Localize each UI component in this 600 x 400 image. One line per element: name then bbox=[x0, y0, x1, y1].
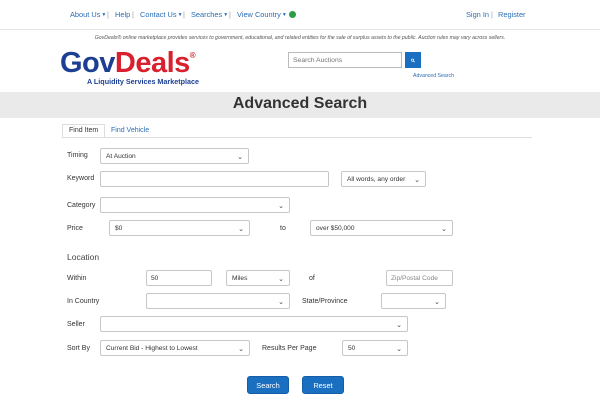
sort-by-select[interactable]: Current Bid - Highest to Lowest ⌄ bbox=[100, 340, 250, 356]
chevron-down-icon: ⌄ bbox=[237, 154, 243, 161]
keyword-mode-select[interactable]: All words, any order ⌄ bbox=[341, 171, 426, 187]
nav-separator: | bbox=[132, 10, 134, 19]
sort-by-value: Current Bid - Highest to Lowest bbox=[106, 345, 198, 352]
category-label: Category bbox=[67, 202, 96, 209]
nav-searches[interactable]: Searches▼ bbox=[191, 10, 228, 19]
results-per-page-value: 50 bbox=[348, 345, 356, 352]
category-select[interactable]: ⌄ bbox=[100, 197, 290, 213]
chevron-down-icon: ▼ bbox=[281, 12, 287, 18]
country-select[interactable]: ⌄ bbox=[146, 293, 290, 309]
globe-icon bbox=[288, 11, 296, 18]
within-label: Within bbox=[67, 275, 87, 282]
nav-separator: | bbox=[491, 10, 493, 19]
chevron-down-icon: ⌄ bbox=[238, 226, 244, 233]
timing-label: Timing bbox=[67, 152, 88, 159]
price-min-select[interactable]: $0 ⌄ bbox=[109, 220, 250, 236]
tab-find-item[interactable]: Find Item bbox=[62, 124, 106, 138]
logo-deals: Deals bbox=[114, 47, 190, 79]
chevron-down-icon: ▼ bbox=[177, 12, 183, 18]
chevron-down-icon: ▼ bbox=[223, 12, 229, 18]
seller-select[interactable]: ⌄ bbox=[100, 316, 408, 332]
search-input[interactable] bbox=[288, 52, 402, 68]
chevron-down-icon: ⌄ bbox=[434, 299, 440, 306]
timing-select[interactable]: At Auction ⌄ bbox=[100, 148, 249, 164]
location-header: Location bbox=[67, 252, 100, 262]
nav-contact-us-label: Contact Us bbox=[140, 10, 177, 19]
search-submit-button[interactable]: Search bbox=[247, 376, 289, 394]
chevron-down-icon: ⌄ bbox=[278, 276, 284, 283]
country-label: In Country bbox=[67, 298, 100, 305]
price-label: Price bbox=[67, 225, 83, 232]
nav-separator: | bbox=[183, 10, 185, 19]
chevron-down-icon: ▼ bbox=[101, 12, 107, 18]
chevron-down-icon: ⌄ bbox=[278, 203, 284, 210]
reset-button[interactable]: Reset bbox=[302, 376, 344, 394]
top-nav: About Us▼ | Help | Contact Us▼ | Searche… bbox=[0, 0, 600, 30]
nav-register[interactable]: Register bbox=[498, 10, 526, 19]
seller-label: Seller bbox=[67, 321, 85, 328]
chevron-down-icon: ⌄ bbox=[414, 177, 420, 184]
of-label: of bbox=[309, 275, 315, 282]
zip-code-input[interactable]: Zip/Postal Code bbox=[386, 270, 453, 286]
page-title: Advanced Search bbox=[232, 95, 368, 112]
chevron-down-icon: ⌄ bbox=[278, 299, 284, 306]
nav-separator: | bbox=[229, 10, 231, 19]
advanced-search-link[interactable]: Advanced Search bbox=[413, 73, 454, 79]
distance-unit-select[interactable]: Miles ⌄ bbox=[226, 270, 290, 286]
nav-separator: | bbox=[107, 10, 109, 19]
results-per-page-select[interactable]: 50 ⌄ bbox=[342, 340, 408, 356]
results-per-page-label: Results Per Page bbox=[262, 345, 317, 352]
sort-by-label: Sort By bbox=[67, 345, 90, 352]
logo-subtitle: A Liquidity Services Marketplace bbox=[87, 77, 199, 86]
logo-registered-mark: ® bbox=[189, 51, 196, 60]
chevron-down-icon: ⌄ bbox=[238, 346, 244, 353]
keyword-mode-value: All words, any order bbox=[347, 176, 406, 183]
nav-about-us-label: About Us bbox=[70, 10, 101, 19]
keyword-label: Keyword bbox=[67, 175, 95, 182]
price-max-select[interactable]: over $50,000 ⌄ bbox=[310, 220, 453, 236]
chevron-down-icon: ⌄ bbox=[396, 346, 402, 353]
state-label: State/Province bbox=[302, 298, 348, 305]
timing-select-value: At Auction bbox=[106, 153, 136, 160]
nav-view-country-label: View Country bbox=[237, 10, 281, 19]
nav-searches-label: Searches bbox=[191, 10, 223, 19]
nav-about-us[interactable]: About Us▼ bbox=[70, 10, 106, 19]
nav-view-country[interactable]: View Country▼ bbox=[237, 10, 296, 19]
price-min-value: $0 bbox=[115, 225, 123, 232]
tab-divider bbox=[62, 137, 532, 138]
price-to-label: to bbox=[280, 225, 286, 232]
search-button[interactable] bbox=[405, 52, 421, 68]
chevron-down-icon: ⌄ bbox=[441, 226, 447, 233]
nav-sign-in[interactable]: Sign In bbox=[466, 10, 489, 19]
price-max-value: over $50,000 bbox=[316, 225, 355, 232]
logo-gov: Gov bbox=[60, 47, 115, 79]
logo-wordmark: GovDeals® bbox=[60, 41, 220, 78]
keyword-input[interactable] bbox=[100, 171, 329, 187]
nav-help[interactable]: Help bbox=[115, 10, 130, 19]
tab-find-vehicle[interactable]: Find Vehicle bbox=[104, 124, 156, 138]
govdeals-logo[interactable]: GovDeals® A Liquidity Services Marketpla… bbox=[60, 41, 220, 86]
search-icon bbox=[411, 58, 415, 62]
within-distance-input[interactable]: 50 bbox=[146, 270, 212, 286]
distance-unit-value: Miles bbox=[232, 275, 248, 282]
chevron-down-icon: ⌄ bbox=[396, 322, 402, 329]
nav-contact-us[interactable]: Contact Us▼ bbox=[140, 10, 183, 19]
state-select[interactable]: ⌄ bbox=[381, 293, 446, 309]
